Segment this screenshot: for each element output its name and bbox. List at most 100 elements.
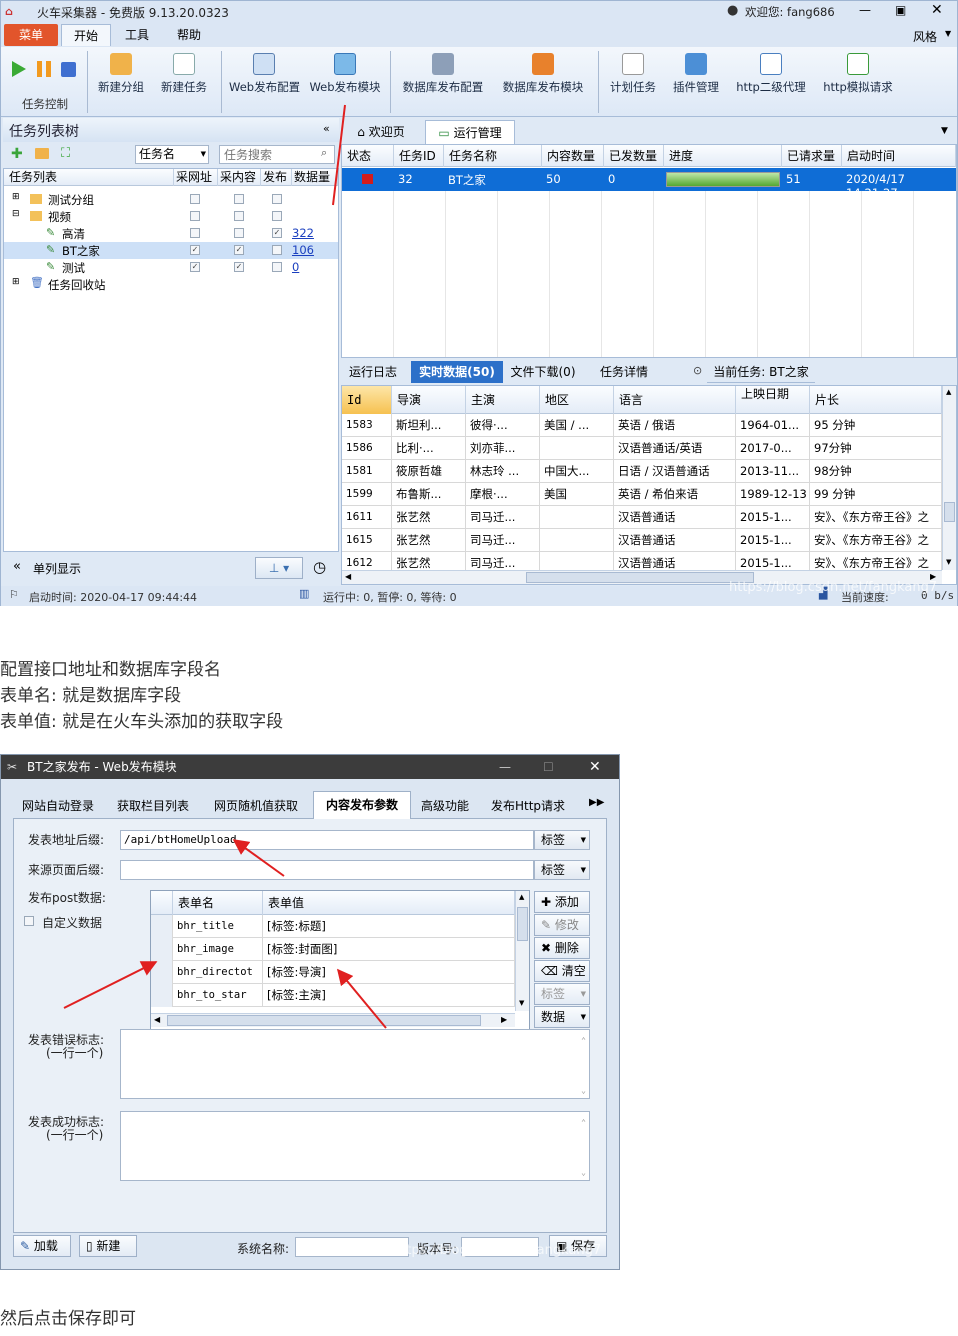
load-button[interactable]: ✎ 加载 bbox=[13, 1235, 71, 1257]
system-name-input[interactable] bbox=[295, 1237, 409, 1257]
scroll-down-icon[interactable]: ⌄ bbox=[581, 1164, 586, 1182]
tab-welcome[interactable]: ⌂ 欢迎页 bbox=[345, 120, 417, 144]
table-cell: 1964-01... bbox=[736, 414, 810, 437]
table-row[interactable]: 1611 张艺然 司马迁... 汉语普通话 2015-1... 安》、《东方帝王谷》之 bbox=[342, 506, 942, 529]
tree-node[interactable]: ⊞ 测试分组 bbox=[4, 191, 338, 208]
flag-icon: ⚐ bbox=[9, 588, 19, 601]
db-publish-config-button[interactable]: 数据库发布配置 bbox=[399, 53, 487, 95]
new-button[interactable]: ▯ 新建 bbox=[79, 1235, 137, 1257]
data-count-link[interactable]: 106 bbox=[292, 243, 314, 257]
checkbox[interactable]: ✓ bbox=[234, 245, 244, 255]
close-icon[interactable]: ✕ bbox=[931, 2, 943, 18]
tree-node[interactable]: ✎ 高清 ✓ 322 bbox=[4, 225, 338, 242]
table-cell: 安》、《东方帝王谷》之 bbox=[810, 506, 942, 529]
progress-fill bbox=[667, 173, 779, 186]
layout-icon[interactable]: ⊥ ▾ bbox=[255, 557, 303, 579]
run-status-text: 运行中: 0, 暂停: 0, 等待: 0 bbox=[323, 591, 457, 604]
single-column-toggle[interactable]: « 单列显示 ⊥ ▾ ◷ bbox=[3, 556, 339, 580]
checkbox[interactable] bbox=[272, 245, 282, 255]
checkbox[interactable] bbox=[190, 194, 200, 204]
checkbox[interactable]: ✓ bbox=[190, 262, 200, 272]
table-row[interactable]: 1586 比利·... 刘亦菲... 汉语普通话/英语 2017-0... 97分钟 bbox=[342, 437, 942, 460]
table-cell bbox=[540, 506, 614, 529]
annotation-arrows bbox=[63, 839, 387, 1029]
checkbox[interactable] bbox=[190, 228, 200, 238]
vertical-scrollbar[interactable]: ▲ ▼ bbox=[942, 386, 956, 570]
play-icon[interactable] bbox=[12, 61, 26, 77]
style-menu[interactable]: 风格 bbox=[913, 28, 937, 45]
document-icon: ▯ bbox=[86, 1239, 97, 1253]
tree-node[interactable]: ⊞ 🗑 任务回收站 bbox=[4, 276, 338, 293]
restore-icon[interactable]: ▣ bbox=[895, 3, 906, 17]
tree-node-selected[interactable]: ✎ BT之家 ✓ ✓ 106 bbox=[4, 242, 338, 259]
chevron-down-icon[interactable]: ▼ bbox=[941, 126, 948, 136]
pause-icon[interactable] bbox=[37, 61, 51, 77]
chevron-down-icon: ▼ bbox=[200, 150, 206, 158]
tab-realtime-data[interactable]: 实时数据(50) bbox=[411, 361, 503, 383]
scroll-thumb[interactable] bbox=[944, 502, 955, 522]
expand-icon[interactable]: ⊞ bbox=[12, 192, 20, 202]
checkbox[interactable] bbox=[234, 228, 244, 238]
table-row[interactable]: 1599 布鲁斯... 摩根·... 美国 英语 / 希伯来语 1989-12-13 99 … bbox=[342, 483, 942, 506]
scroll-down-icon[interactable]: ⌄ bbox=[581, 1082, 586, 1100]
scroll-up-icon[interactable]: ▲ bbox=[946, 388, 951, 396]
menu-help[interactable]: 帮助 bbox=[167, 24, 211, 46]
data-count-link[interactable]: 322 bbox=[292, 226, 314, 240]
scroll-thumb[interactable] bbox=[526, 572, 754, 583]
menu-start[interactable]: 开始 bbox=[61, 24, 111, 46]
success-flag-textarea[interactable]: ⌃ ⌄ bbox=[120, 1111, 590, 1181]
checkbox[interactable] bbox=[234, 194, 244, 204]
expand-icon[interactable]: ⊞ bbox=[12, 277, 20, 287]
expand-all-icon[interactable]: ⛶ bbox=[61, 146, 70, 161]
checkbox[interactable] bbox=[190, 211, 200, 221]
run-grid-row[interactable]: 32 BT之家 50 0 51 2020/4/17 14:21:27 bbox=[342, 168, 956, 200]
scroll-left-icon[interactable]: ◀ bbox=[345, 572, 351, 581]
ribbon-toolbar: 任务控制 新建分组 新建任务 Web发布配置 Web发布模块 数据库发布配置 数… bbox=[1, 47, 957, 117]
checkbox[interactable] bbox=[272, 211, 282, 221]
watermark: https://blog.csdn.net/fangkang7 bbox=[729, 580, 938, 595]
table-row[interactable]: 1615 张艺然 司马迁... 汉语普通话 2015-1... 安》、《东方帝王谷》之 bbox=[342, 529, 942, 552]
tab-run-log[interactable]: 运行日志 bbox=[341, 361, 405, 383]
checkbox[interactable]: ✓ bbox=[234, 262, 244, 272]
scroll-up-icon[interactable]: ⌃ bbox=[581, 1114, 586, 1132]
folder-add-icon[interactable] bbox=[35, 148, 49, 159]
collapse-icon[interactable]: ⊟ bbox=[12, 209, 20, 219]
menu-bar: 菜单 开始 工具 帮助 风格 ▼ bbox=[1, 23, 957, 47]
progress-bar bbox=[666, 172, 780, 187]
checkbox[interactable] bbox=[272, 262, 282, 272]
menu-main[interactable]: 菜单 bbox=[4, 24, 58, 46]
data-count-link[interactable]: 0 bbox=[292, 260, 299, 274]
checkbox[interactable] bbox=[234, 211, 244, 221]
table-cell: 1586 bbox=[342, 437, 392, 460]
menu-tools[interactable]: 工具 bbox=[115, 24, 159, 46]
checkbox[interactable]: ✓ bbox=[190, 245, 200, 255]
minimize-icon[interactable]: — bbox=[859, 3, 871, 17]
tab-file-download[interactable]: 文件下载(0) bbox=[507, 361, 579, 383]
table-cell: 95 分钟 bbox=[810, 414, 942, 437]
table-row[interactable]: 1581 筱原哲雄 林志玲 ... 中国大... 日语 / 汉语普通话 2013-11..… bbox=[342, 460, 942, 483]
new-task-button[interactable]: 新建任务 bbox=[159, 53, 209, 95]
checkbox[interactable]: ✓ bbox=[272, 228, 282, 238]
chevron-down-icon[interactable]: ▼ bbox=[945, 29, 951, 38]
scroll-down-icon[interactable]: ▼ bbox=[946, 558, 951, 566]
clock-icon[interactable]: ◷ bbox=[313, 558, 326, 576]
db-publish-module-button[interactable]: 数据库发布模块 bbox=[499, 53, 587, 95]
stop-icon[interactable] bbox=[61, 62, 76, 77]
plugin-manager-button[interactable]: 插件管理 bbox=[669, 53, 723, 95]
web-publish-module-button[interactable]: Web发布模块 bbox=[309, 53, 381, 95]
tab-task-detail[interactable]: 任务详情 bbox=[593, 361, 655, 383]
tree-node[interactable]: ✎ 测试 ✓ ✓ 0 bbox=[4, 259, 338, 276]
task-filter-select[interactable]: 任务名 ▼ bbox=[135, 145, 209, 164]
tab-run-management[interactable]: ▭ 运行管理 bbox=[425, 120, 515, 144]
tree-node[interactable]: ⊟ 视频 bbox=[4, 208, 338, 225]
web-publish-config-button[interactable]: Web发布配置 bbox=[229, 53, 300, 95]
data-grid-header: Id 导演 主演 地区 语言 上映日期 片长 bbox=[342, 386, 942, 414]
add-icon[interactable]: ✚ bbox=[11, 146, 23, 162]
new-group-button[interactable]: 新建分组 bbox=[97, 53, 145, 95]
scheduled-task-button[interactable]: 计划任务 bbox=[607, 53, 659, 95]
checkbox[interactable] bbox=[272, 194, 282, 204]
table-row[interactable]: 1583 斯坦利... 彼得·... 美国 / ... 英语 / 俄语 1964-01..… bbox=[342, 414, 942, 437]
http-simulate-button[interactable]: http模拟请求 bbox=[819, 53, 897, 95]
task-search-input[interactable] bbox=[219, 145, 335, 164]
http-proxy-button[interactable]: http二级代理 bbox=[733, 53, 809, 95]
